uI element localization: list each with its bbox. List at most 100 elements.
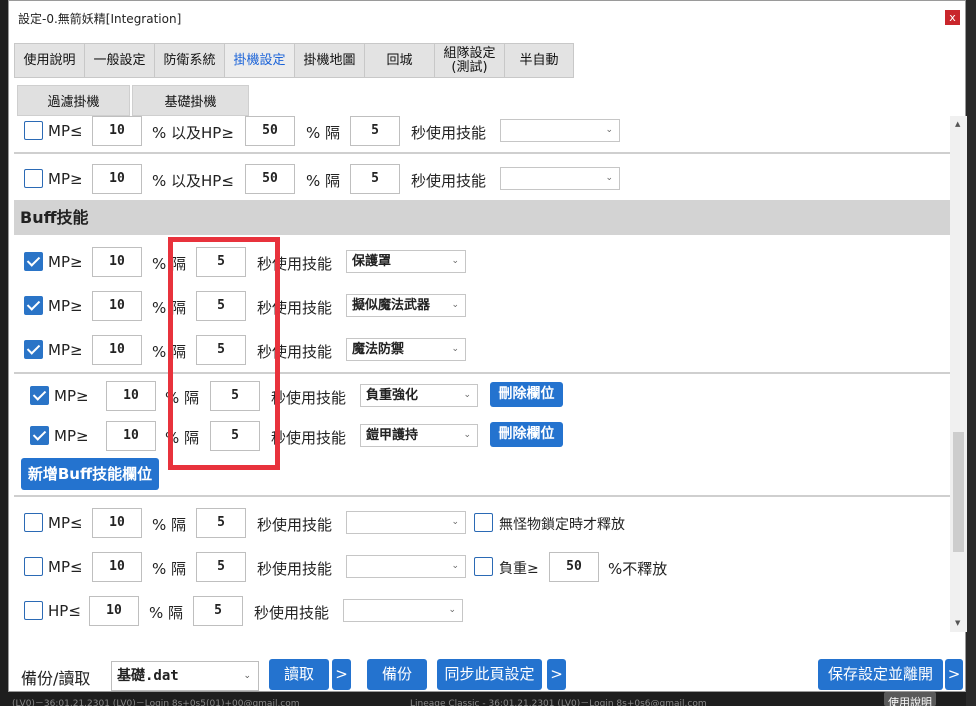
chevron-down-icon: ⌄ [451, 344, 459, 354]
scrollbar-thumb[interactable] [953, 432, 964, 552]
tab-afk-map[interactable]: 掛機地圖 [294, 43, 364, 78]
join-label: % 以及HP≤ [152, 172, 234, 190]
tab-general[interactable]: 一般設定 [84, 43, 154, 78]
hp-percent-input[interactable]: 50 [245, 116, 295, 146]
tab-defense[interactable]: 防衛系統 [154, 43, 224, 78]
vertical-scrollbar[interactable]: ▲ ▼ [950, 116, 967, 632]
row-checkbox[interactable] [24, 169, 43, 188]
scroll-up-icon[interactable]: ▲ [955, 120, 960, 128]
tab-party[interactable]: 組隊設定 (測試) [434, 43, 504, 78]
chevron-down-icon: ⌄ [463, 430, 471, 440]
backup-load-label: 備份/讀取 [21, 669, 91, 688]
mp-percent-input[interactable]: 10 [92, 164, 142, 194]
skill-select[interactable]: ⌄ [500, 119, 620, 142]
chevron-down-icon: ⌄ [451, 517, 459, 527]
skill-label: 秒使用技能 [271, 429, 347, 447]
interval-label: % 隔 [149, 604, 184, 622]
load-more-button[interactable]: > [332, 659, 351, 690]
row-checkbox[interactable] [24, 121, 43, 140]
divider [14, 152, 950, 154]
row-checkbox[interactable] [30, 426, 49, 445]
skill-select[interactable]: ⌄ [346, 555, 466, 578]
weight-limit-checkbox[interactable] [474, 557, 493, 576]
row-checkbox[interactable] [24, 513, 43, 532]
weight-limit-input[interactable]: 50 [549, 552, 599, 582]
subtab-filter-afk[interactable]: 過濾掛機 [17, 85, 130, 116]
sub-tabs: 過濾掛機 基礎掛機 [17, 85, 249, 116]
interval-input[interactable]: 5 [193, 596, 243, 626]
tab-return-town[interactable]: 回城 [364, 43, 434, 78]
skill-label: 秒使用技能 [254, 604, 330, 622]
settings-window: 設定-0.無箭妖精[Integration] x 使用說明 一般設定 防衛系統 … [8, 0, 967, 692]
row-checkbox[interactable] [24, 557, 43, 576]
tab-semi-auto[interactable]: 半自動 [504, 43, 574, 78]
chevron-down-icon: ⌄ [463, 390, 471, 400]
mp-percent-input[interactable]: 10 [92, 116, 142, 146]
row-checkbox[interactable] [30, 386, 49, 405]
divider [14, 372, 950, 374]
mp-operator-label: MP≥ [48, 170, 83, 188]
config-file-select[interactable]: 基礎.dat ⌄ [111, 661, 259, 691]
skill-label: 秒使用技能 [411, 124, 487, 142]
skill-label: 秒使用技能 [411, 172, 487, 190]
skill-select[interactable]: ⌄ [500, 167, 620, 190]
skill-select[interactable]: 擬似魔法武器 ⌄ [346, 294, 466, 317]
skill-select[interactable]: ⌄ [346, 511, 466, 534]
save-more-button[interactable]: > [945, 659, 963, 690]
skill-select[interactable]: 負重強化 ⌄ [360, 384, 478, 407]
sync-page-settings-button[interactable]: 同步此頁設定 [437, 659, 542, 690]
chevron-down-icon: ⌄ [243, 671, 251, 681]
row-checkbox[interactable] [24, 296, 43, 315]
mp-percent-input[interactable]: 10 [92, 335, 142, 365]
condition-percent-input[interactable]: 10 [89, 596, 139, 626]
sync-more-button[interactable]: > [547, 659, 566, 690]
chevron-down-icon: ⌄ [451, 300, 459, 310]
chevron-down-icon: ⌄ [448, 605, 456, 615]
chevron-down-icon: ⌄ [451, 256, 459, 266]
add-buff-row-button[interactable]: 新增Buff技能欄位 [21, 458, 159, 490]
interval-label: % 隔 [152, 516, 187, 534]
mp-percent-input[interactable]: 10 [92, 291, 142, 321]
row-checkbox[interactable] [24, 252, 43, 271]
mp-percent-input[interactable]: 10 [92, 247, 142, 277]
tab-afk-settings[interactable]: 掛機設定 [224, 43, 294, 78]
interval-label: % 隔 [152, 560, 187, 578]
skill-select[interactable]: 鎧甲護持 ⌄ [360, 424, 478, 447]
divider [14, 495, 950, 497]
skill-select[interactable]: 魔法防禦 ⌄ [346, 338, 466, 361]
interval-input[interactable]: 5 [350, 164, 400, 194]
title-bar[interactable]: 設定-0.無箭妖精[Integration] x [9, 1, 965, 34]
hp-percent-input[interactable]: 50 [245, 164, 295, 194]
row-checkbox[interactable] [24, 601, 43, 620]
load-button[interactable]: 讀取 [269, 659, 329, 690]
interval-input[interactable]: 5 [350, 116, 400, 146]
row-checkbox[interactable] [24, 340, 43, 359]
interval-input[interactable]: 5 [196, 552, 246, 582]
save-and-exit-button[interactable]: 保存設定並離開 [818, 659, 943, 690]
skill-select[interactable]: 保護罩 ⌄ [346, 250, 466, 273]
weight-limit-suffix: %不釋放 [608, 560, 668, 578]
no-monster-lock-label: 無怪物鎖定時才釋放 [499, 517, 625, 533]
highlight-box [168, 237, 280, 470]
subtab-basic-afk[interactable]: 基礎掛機 [132, 85, 249, 116]
mp-percent-input[interactable]: 10 [106, 421, 156, 451]
chevron-down-icon: ⌄ [605, 173, 613, 183]
delete-row-button[interactable]: 刪除欄位 [490, 382, 563, 407]
mp-percent-input[interactable]: 10 [106, 381, 156, 411]
mp-operator-label: MP≥ [48, 341, 83, 359]
close-icon[interactable]: x [945, 10, 960, 25]
condition-percent-input[interactable]: 10 [92, 508, 142, 538]
condition-operator-label: MP≤ [48, 558, 83, 576]
delete-row-button[interactable]: 刪除欄位 [490, 422, 563, 447]
backup-button[interactable]: 備份 [367, 659, 427, 690]
buff-section-header: Buff技能 [14, 200, 950, 235]
condition-percent-input[interactable]: 10 [92, 552, 142, 582]
scroll-down-icon[interactable]: ▼ [955, 619, 960, 627]
interval-input[interactable]: 5 [196, 508, 246, 538]
skill-select[interactable]: ⌄ [343, 599, 463, 622]
no-monster-lock-checkbox[interactable] [474, 513, 493, 532]
window-title: 設定-0.無箭妖精[Integration] [18, 12, 182, 26]
tab-usage[interactable]: 使用說明 [14, 43, 84, 78]
settings-scroll-area: MP≤ 10 % 以及HP≥ 50 % 隔 5 秒使用技能 ⌄ MP≥ 10 %… [14, 116, 950, 632]
background-taskbar-text-left: (LV0)－36:01.21.2301 (LV0)－Login 8s+0s5(0… [12, 699, 300, 706]
